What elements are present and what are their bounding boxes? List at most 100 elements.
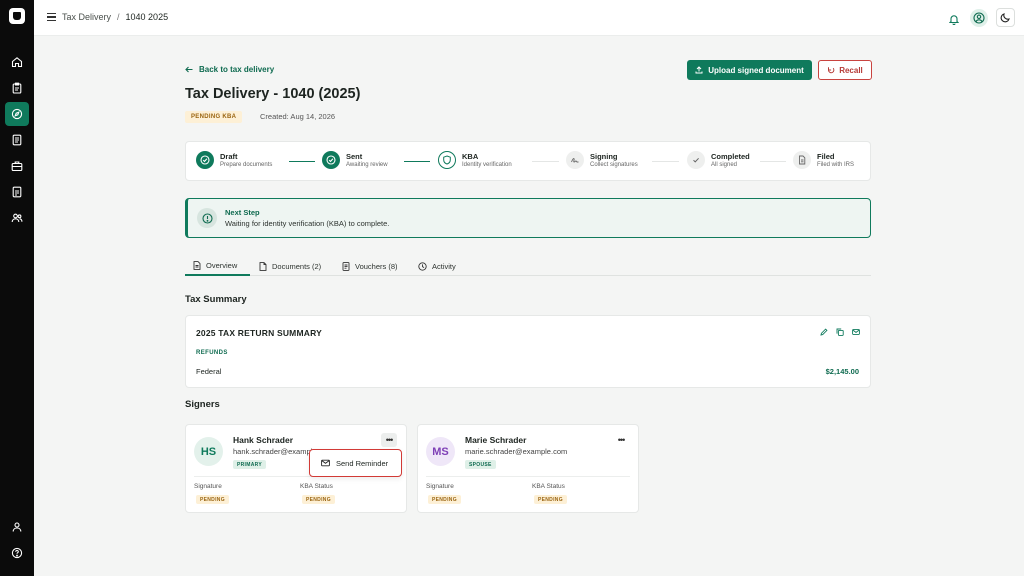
- user-menu-button[interactable]: [970, 9, 988, 27]
- app-logo[interactable]: [9, 8, 25, 24]
- clock-icon: [418, 262, 427, 271]
- breadcrumb: Tax Delivery / 1040 2025: [62, 12, 168, 22]
- sidebar-item-clients[interactable]: [5, 206, 29, 230]
- report-icon: [12, 186, 22, 198]
- tax-summary-heading: Tax Summary: [185, 294, 247, 305]
- tab-label: Overview: [206, 261, 238, 270]
- signer-card-marie: MS Marie Schrader marie.schrader@example…: [417, 424, 639, 513]
- edit-icon[interactable]: [820, 328, 828, 336]
- tab-activity[interactable]: Activity: [418, 257, 456, 276]
- send-reminder-label: Send Reminder: [336, 458, 389, 468]
- more-options-button[interactable]: •••: [613, 433, 629, 447]
- role-badge: PRIMARY: [233, 460, 266, 469]
- progress-stepper: Draft Prepare documents Sent Awaiting revi…: [185, 141, 871, 181]
- step-draft: Draft Prepare documents: [196, 151, 272, 169]
- theme-toggle-button[interactable]: [996, 8, 1015, 27]
- user-circle-icon: [973, 12, 985, 24]
- step-connector: [652, 161, 679, 162]
- tab-overview[interactable]: Overview: [185, 257, 250, 276]
- breadcrumb-parent[interactable]: Tax Delivery: [62, 12, 111, 22]
- tab-documents[interactable]: Documents (2): [259, 257, 321, 276]
- bell-icon: [948, 15, 960, 26]
- status-badge: PENDING KBA: [185, 111, 243, 123]
- back-link[interactable]: Back to tax delivery: [185, 65, 274, 74]
- recall-button[interactable]: Recall: [818, 60, 872, 80]
- step-connector: [289, 161, 315, 163]
- menu-icon[interactable]: [47, 13, 56, 21]
- signature-status-badge: PENDING: [428, 495, 461, 504]
- step-label: Sent: [346, 151, 363, 161]
- sidebar-item-clipboard[interactable]: [5, 76, 29, 100]
- signer-name: Hank Schrader: [233, 435, 293, 445]
- sidebar-item-reports[interactable]: [5, 180, 29, 204]
- mail-icon: [321, 459, 330, 467]
- step-kba: KBA Identity verification: [438, 151, 512, 169]
- help-icon: [11, 547, 23, 559]
- kba-status-badge: PENDING: [534, 495, 567, 504]
- alert-circle-icon: [197, 208, 217, 228]
- refunds-label: REFUNDS: [196, 350, 228, 356]
- next-step-description: Waiting for identity verification (KBA) …: [225, 219, 390, 228]
- signers-heading: Signers: [185, 399, 220, 410]
- step-sent: Sent Awaiting review: [322, 151, 388, 169]
- sidebar-item-tax-delivery[interactable]: [5, 102, 29, 126]
- step-label: Signing: [590, 151, 618, 161]
- sidebar: [0, 0, 34, 576]
- sidebar-item-home[interactable]: [5, 50, 29, 74]
- upload-button-label: Upload signed document: [708, 65, 804, 75]
- arrow-left-icon: [185, 66, 193, 73]
- page-title: Tax Delivery - 1040 (2025): [185, 86, 361, 102]
- next-step-banner: Next Step Waiting for identity verificat…: [185, 198, 871, 238]
- briefcase-icon: [11, 161, 23, 172]
- signature-status-badge: PENDING: [196, 495, 229, 504]
- tax-summary-card: 2025 TAX RETURN SUMMARY REFUNDS Federal …: [185, 315, 871, 388]
- document-icon: [193, 261, 201, 270]
- notifications-button[interactable]: [948, 12, 960, 30]
- sidebar-item-help[interactable]: [5, 541, 29, 565]
- step-sublabel: Awaiting review: [346, 161, 388, 168]
- breadcrumb-current: 1040 2025: [125, 12, 169, 22]
- send-reminder-menu-item[interactable]: Send Reminder: [309, 449, 402, 477]
- step-label: KBA: [462, 151, 479, 161]
- step-connector: [760, 161, 786, 162]
- document-icon: [12, 134, 22, 146]
- kba-status-badge: PENDING: [302, 495, 335, 504]
- check-icon: [687, 151, 705, 169]
- signature-icon: [566, 151, 584, 169]
- step-connector: [404, 161, 430, 163]
- shield-icon: [438, 151, 456, 169]
- home-icon: [11, 57, 23, 68]
- mail-icon[interactable]: [852, 328, 860, 336]
- users-icon: [11, 213, 23, 223]
- sidebar-item-profile[interactable]: [5, 515, 29, 539]
- created-date: Created: Aug 14, 2026: [260, 112, 336, 121]
- upload-signed-document-button[interactable]: Upload signed document: [687, 60, 812, 80]
- check-icon: [322, 151, 340, 169]
- kba-status-label: KBA Status: [532, 483, 565, 490]
- receipt-icon: [342, 262, 350, 271]
- clipboard-icon: [12, 82, 22, 94]
- summary-card-title: 2025 TAX RETURN SUMMARY: [196, 328, 322, 338]
- signature-label: Signature: [194, 483, 222, 490]
- compass-icon: [11, 108, 23, 120]
- signer-email: marie.schrader@example.com: [465, 447, 568, 456]
- tab-label: Documents (2): [272, 262, 322, 271]
- step-sublabel: Collect signatures: [590, 161, 638, 168]
- step-label: Draft: [220, 151, 238, 161]
- tab-vouchers[interactable]: Vouchers (8): [342, 257, 398, 276]
- step-label: Completed: [711, 151, 750, 161]
- step-label: Filed: [817, 151, 835, 161]
- upload-icon: [695, 66, 703, 74]
- federal-label: Federal: [196, 367, 222, 376]
- recall-icon: [828, 67, 835, 74]
- sidebar-item-documents[interactable]: [5, 128, 29, 152]
- tab-label: Activity: [432, 262, 456, 271]
- sidebar-item-briefcase[interactable]: [5, 154, 29, 178]
- signature-label: Signature: [426, 483, 454, 490]
- copy-icon[interactable]: [836, 328, 844, 336]
- more-options-button[interactable]: •••: [381, 433, 397, 447]
- step-sublabel: Filed with IRS: [817, 161, 855, 168]
- kba-status-label: KBA Status: [300, 483, 333, 490]
- check-icon: [196, 151, 214, 169]
- step-connector: [532, 161, 559, 162]
